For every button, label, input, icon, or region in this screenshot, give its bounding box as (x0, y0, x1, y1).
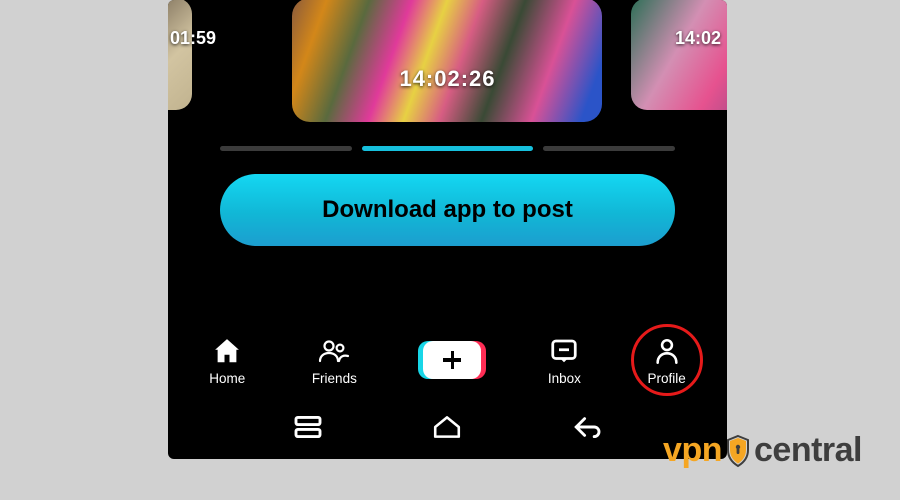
story-progress-bar (220, 146, 675, 152)
download-app-label: Download app to post (322, 196, 573, 224)
friends-icon (317, 335, 351, 367)
tab-friends[interactable]: Friends (312, 335, 357, 386)
tab-profile-label: Profile (647, 371, 685, 386)
profile-icon (653, 335, 681, 367)
story-thumb-next[interactable] (631, 0, 727, 110)
home-icon (212, 335, 242, 367)
shield-icon (726, 434, 750, 468)
story-thumb-current[interactable] (292, 0, 602, 122)
progress-seg-3 (543, 146, 675, 151)
recent-apps-icon[interactable] (293, 415, 323, 444)
app-screenshot: 01:59 14:02:26 14:02 Download app to pos… (168, 0, 727, 459)
watermark-logo: vpn central (663, 431, 862, 470)
nav-home-icon[interactable] (432, 414, 462, 445)
create-button[interactable] (423, 341, 481, 379)
story-carousel: 01:59 14:02:26 14:02 (168, 0, 727, 124)
tab-inbox[interactable]: Inbox (548, 335, 581, 386)
bottom-tab-bar: Home Friends Inbox Profile (168, 321, 727, 399)
tab-profile[interactable]: Profile (647, 335, 685, 386)
tab-inbox-label: Inbox (548, 371, 581, 386)
story-time-right: 14:02 (675, 28, 721, 49)
system-nav-bar (168, 409, 727, 449)
progress-seg-2-active (362, 146, 533, 151)
watermark-part2: central (754, 431, 862, 470)
inbox-icon (549, 335, 579, 367)
watermark-part1: vpn (663, 431, 722, 470)
story-time-left: 01:59 (170, 28, 216, 49)
download-app-button[interactable]: Download app to post (220, 174, 675, 246)
tab-home-label: Home (209, 371, 245, 386)
story-thumb-prev[interactable] (168, 0, 192, 110)
tab-friends-label: Friends (312, 371, 357, 386)
progress-seg-1 (220, 146, 352, 151)
nav-back-icon[interactable] (572, 415, 602, 444)
story-time-center: 14:02:26 (399, 66, 495, 92)
tab-home[interactable]: Home (209, 335, 245, 386)
